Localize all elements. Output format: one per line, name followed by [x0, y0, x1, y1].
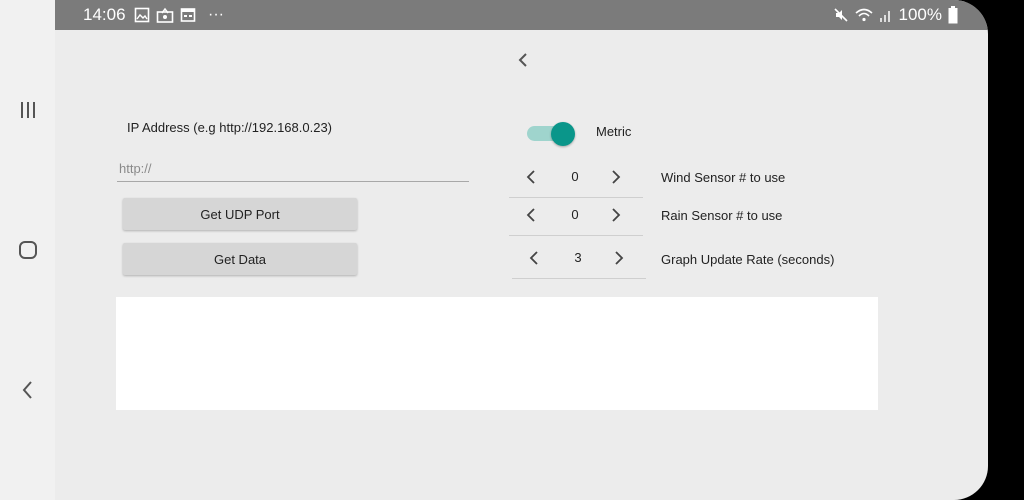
recent-apps-icon — [20, 102, 35, 118]
battery-icon — [948, 6, 958, 24]
status-time: 14:06 — [83, 5, 126, 24]
photo-upload-icon — [156, 7, 174, 23]
recent-apps-button[interactable] — [0, 98, 55, 122]
status-system-icons: 100% — [833, 5, 958, 25]
graph-rate-decrement-button[interactable] — [524, 248, 544, 268]
chevron-right-icon — [612, 208, 621, 222]
wind-sensor-label: Wind Sensor # to use — [661, 170, 786, 185]
graph-update-rate-label: Graph Update Rate (seconds) — [661, 252, 835, 267]
system-back-button[interactable] — [0, 378, 55, 402]
chevron-right-icon — [615, 251, 624, 265]
wind-sensor-stepper: 0 — [509, 157, 643, 198]
get-udp-port-button[interactable]: Get UDP Port — [123, 198, 357, 230]
wifi-icon — [854, 7, 873, 23]
chevron-left-icon — [526, 208, 535, 222]
home-icon — [18, 241, 37, 259]
mute-icon — [833, 7, 849, 23]
app-back-button[interactable] — [513, 50, 533, 70]
rain-sensor-value: 0 — [571, 207, 579, 222]
get-data-button[interactable]: Get Data — [123, 243, 357, 275]
more-dots-icon: ··· — [208, 6, 224, 23]
metric-toggle[interactable] — [525, 121, 581, 146]
rain-sensor-decrement-button[interactable] — [521, 205, 541, 225]
system-navigation-bar — [0, 0, 55, 500]
signal-icon — [879, 7, 893, 23]
chevron-right-icon — [612, 170, 621, 184]
app-screen: 14:06 ··· 100% IP Address (e.g http://19… — [55, 0, 988, 500]
wind-sensor-value: 0 — [571, 169, 579, 184]
graph-update-rate-stepper: 3 — [512, 238, 646, 279]
graph-rate-increment-button[interactable] — [609, 248, 629, 268]
chevron-left-icon — [518, 53, 527, 67]
wind-sensor-increment-button[interactable] — [606, 167, 626, 187]
metric-label: Metric — [596, 124, 632, 139]
wind-sensor-decrement-button[interactable] — [521, 167, 541, 187]
status-notification-icons: ··· — [134, 6, 224, 24]
back-arrow-icon — [22, 381, 32, 399]
status-bar: 14:06 ··· 100% — [55, 0, 988, 30]
rain-sensor-increment-button[interactable] — [606, 205, 626, 225]
chevron-left-icon — [529, 251, 538, 265]
battery-percent: 100% — [898, 5, 942, 24]
chevron-left-icon — [526, 170, 535, 184]
rain-sensor-label: Rain Sensor # to use — [661, 208, 783, 223]
home-button[interactable] — [0, 238, 55, 262]
ip-address-input[interactable] — [117, 155, 469, 182]
rain-sensor-stepper: 0 — [509, 195, 643, 236]
toggle-thumb — [551, 122, 575, 146]
ip-address-label: IP Address (e.g http://192.168.0.23) — [127, 120, 333, 135]
graph-rate-value: 3 — [574, 250, 582, 265]
graph-panel — [116, 297, 878, 410]
calendar-icon — [180, 7, 196, 23]
gallery-icon — [134, 7, 150, 23]
